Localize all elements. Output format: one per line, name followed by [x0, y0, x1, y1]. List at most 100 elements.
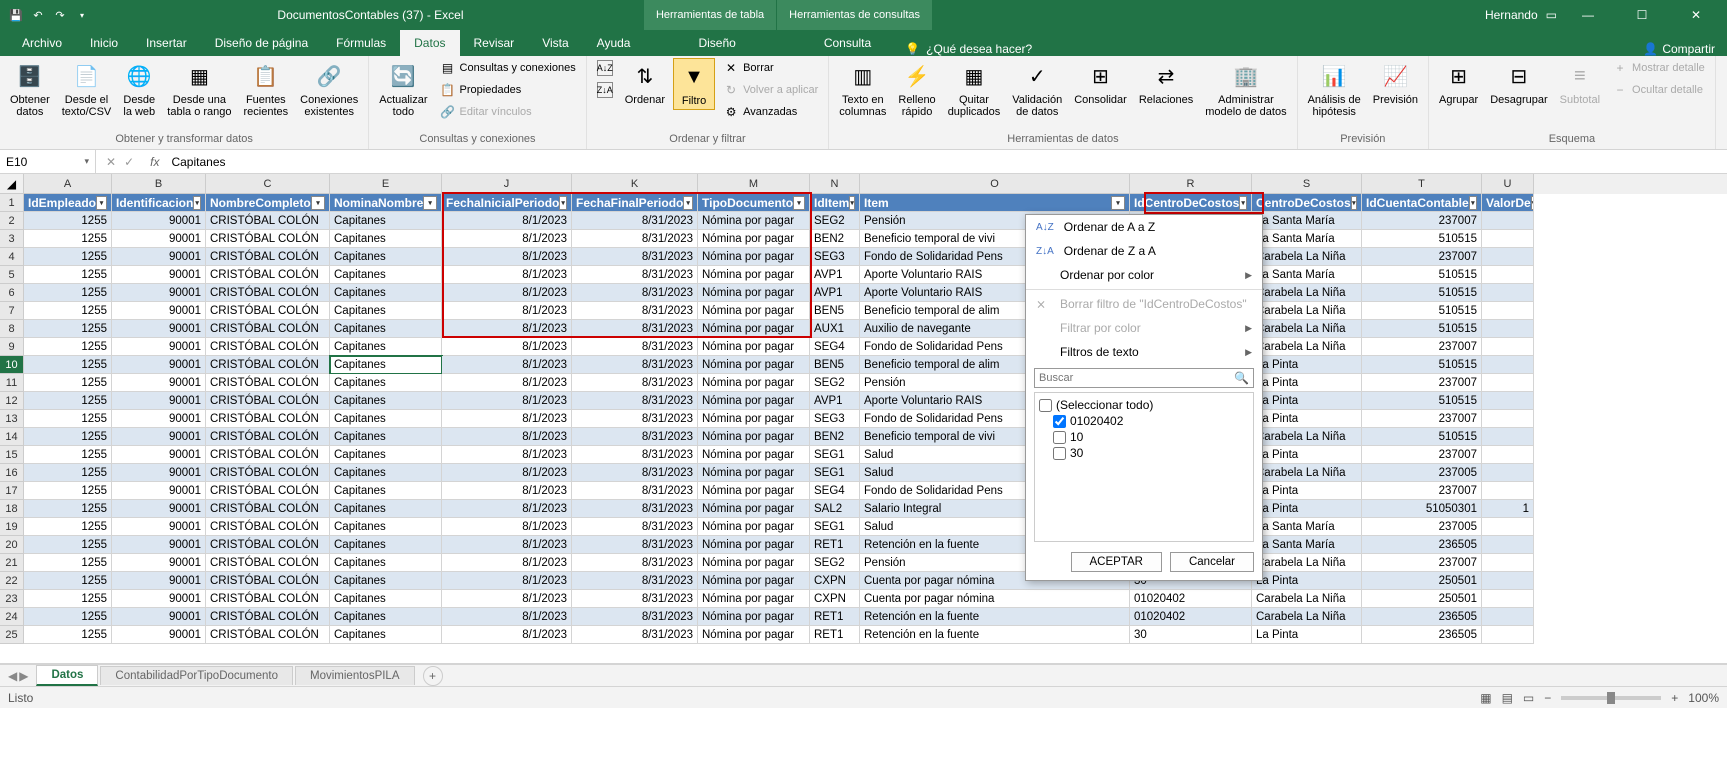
row-header[interactable]: 7: [0, 302, 24, 320]
col-header[interactable]: A: [24, 174, 112, 194]
cell[interactable]: 1255: [24, 266, 112, 284]
cell[interactable]: 8/31/2023: [572, 266, 698, 284]
cell[interactable]: 90001: [112, 482, 206, 500]
cell[interactable]: Capitanes: [330, 320, 442, 338]
cell[interactable]: 8/1/2023: [442, 338, 572, 356]
cell[interactable]: Retención en la fuente: [860, 608, 1130, 626]
cell[interactable]: Capitanes: [330, 518, 442, 536]
cell[interactable]: SEG1: [810, 446, 860, 464]
cell[interactable]: 1255: [24, 572, 112, 590]
data-validation-button[interactable]: ✓Validaciónde datos: [1008, 58, 1066, 120]
view-normal-icon[interactable]: ▦: [1480, 691, 1491, 705]
cell[interactable]: AVP1: [810, 266, 860, 284]
cell[interactable]: CRISTÓBAL COLÓN: [206, 320, 330, 338]
row-header[interactable]: 25: [0, 626, 24, 644]
cell[interactable]: 8/1/2023: [442, 446, 572, 464]
cell[interactable]: La Pinta: [1252, 500, 1362, 518]
filter-search-input[interactable]: [1039, 372, 1234, 384]
cell[interactable]: 1255: [24, 464, 112, 482]
filter-dropdown-icon[interactable]: ▾: [1239, 196, 1247, 210]
formula-input[interactable]: Capitanes: [165, 155, 1727, 169]
user-name[interactable]: Hernando: [1485, 8, 1538, 22]
cell[interactable]: SEG4: [810, 338, 860, 356]
checkbox[interactable]: [1053, 431, 1066, 444]
cell[interactable]: Capitanes: [330, 554, 442, 572]
tab-formulas[interactable]: Fórmulas: [322, 30, 400, 56]
cell[interactable]: Nómina por pagar: [698, 230, 810, 248]
cell[interactable]: 8/31/2023: [572, 518, 698, 536]
col-header[interactable]: E: [330, 174, 442, 194]
cell[interactable]: SEG1: [810, 518, 860, 536]
cell[interactable]: 8/31/2023: [572, 428, 698, 446]
cell[interactable]: 237007: [1362, 482, 1482, 500]
cell[interactable]: Capitanes: [330, 446, 442, 464]
cell[interactable]: Capitanes: [330, 572, 442, 590]
table-header-cell[interactable]: FechaInicialPeriodo▾: [442, 194, 572, 212]
cell[interactable]: Capitanes: [330, 536, 442, 554]
filter-dropdown-icon[interactable]: ▾: [1111, 196, 1125, 210]
cell[interactable]: Nómina por pagar: [698, 356, 810, 374]
cell[interactable]: [1482, 554, 1534, 572]
cell[interactable]: BEN5: [810, 302, 860, 320]
cell[interactable]: 1255: [24, 536, 112, 554]
cell[interactable]: Nómina por pagar: [698, 536, 810, 554]
cell[interactable]: 1255: [24, 230, 112, 248]
from-web-button[interactable]: 🌐Desdela web: [119, 58, 159, 120]
cell[interactable]: SEG1: [810, 464, 860, 482]
cell[interactable]: [1482, 266, 1534, 284]
zoom-thumb[interactable]: [1607, 692, 1615, 704]
filter-button[interactable]: ▼Filtro: [673, 58, 715, 110]
relationships-button[interactable]: ⇄Relaciones: [1135, 58, 1197, 108]
cell[interactable]: CRISTÓBAL COLÓN: [206, 374, 330, 392]
cell[interactable]: 250501: [1362, 572, 1482, 590]
cell[interactable]: 1255: [24, 500, 112, 518]
table-header-cell[interactable]: Identificacion▾: [112, 194, 206, 212]
row-header[interactable]: 13: [0, 410, 24, 428]
cell[interactable]: Capitanes: [330, 248, 442, 266]
row-header[interactable]: 24: [0, 608, 24, 626]
sort-button[interactable]: ⇅Ordenar: [621, 58, 669, 108]
cell[interactable]: CRISTÓBAL COLÓN: [206, 338, 330, 356]
filter-dropdown-icon[interactable]: ▾: [793, 196, 805, 210]
tab-file[interactable]: Archivo: [8, 30, 76, 56]
cell[interactable]: [1482, 374, 1534, 392]
edit-links-button[interactable]: 🔗Editar vínculos: [436, 102, 580, 122]
cell[interactable]: [1482, 230, 1534, 248]
sort-descending-item[interactable]: Z↓AOrdenar de Z a A: [1026, 239, 1262, 263]
cell[interactable]: 250501: [1362, 590, 1482, 608]
cancel-formula-icon[interactable]: ✕: [106, 155, 116, 169]
cell[interactable]: Carabela La Niña: [1252, 464, 1362, 482]
cell[interactable]: 90001: [112, 392, 206, 410]
cell[interactable]: 237007: [1362, 248, 1482, 266]
cell[interactable]: 510515: [1362, 356, 1482, 374]
row-header[interactable]: 19: [0, 518, 24, 536]
cell[interactable]: 8/1/2023: [442, 284, 572, 302]
select-all-corner[interactable]: ◢: [0, 174, 24, 194]
cell[interactable]: Capitanes: [330, 500, 442, 518]
filter-option[interactable]: 01020402: [1039, 413, 1249, 429]
cell[interactable]: 90001: [112, 410, 206, 428]
cell[interactable]: 8/31/2023: [572, 482, 698, 500]
tell-me[interactable]: 💡 ¿Qué desea hacer?: [905, 42, 1032, 56]
cell[interactable]: Nómina por pagar: [698, 212, 810, 230]
sort-az-button[interactable]: A↓Z: [593, 58, 617, 78]
cell[interactable]: Nómina por pagar: [698, 464, 810, 482]
cell[interactable]: [1482, 212, 1534, 230]
cell[interactable]: CXPN: [810, 590, 860, 608]
cell[interactable]: [1482, 356, 1534, 374]
cell[interactable]: [1482, 464, 1534, 482]
cell[interactable]: Nómina por pagar: [698, 518, 810, 536]
cell[interactable]: AVP1: [810, 392, 860, 410]
cell[interactable]: Capitanes: [330, 374, 442, 392]
cell[interactable]: 1255: [24, 410, 112, 428]
cell[interactable]: La Pinta: [1252, 626, 1362, 644]
cell[interactable]: La Santa María: [1252, 212, 1362, 230]
cell[interactable]: CRISTÓBAL COLÓN: [206, 410, 330, 428]
cell[interactable]: Cuenta por pagar nómina: [860, 590, 1130, 608]
cell[interactable]: Nómina por pagar: [698, 590, 810, 608]
row-header[interactable]: 8: [0, 320, 24, 338]
cell[interactable]: Capitanes: [330, 428, 442, 446]
cell[interactable]: 1: [1482, 500, 1534, 518]
cell[interactable]: CRISTÓBAL COLÓN: [206, 608, 330, 626]
data-model-button[interactable]: 🏢Administrarmodelo de datos: [1201, 58, 1290, 120]
